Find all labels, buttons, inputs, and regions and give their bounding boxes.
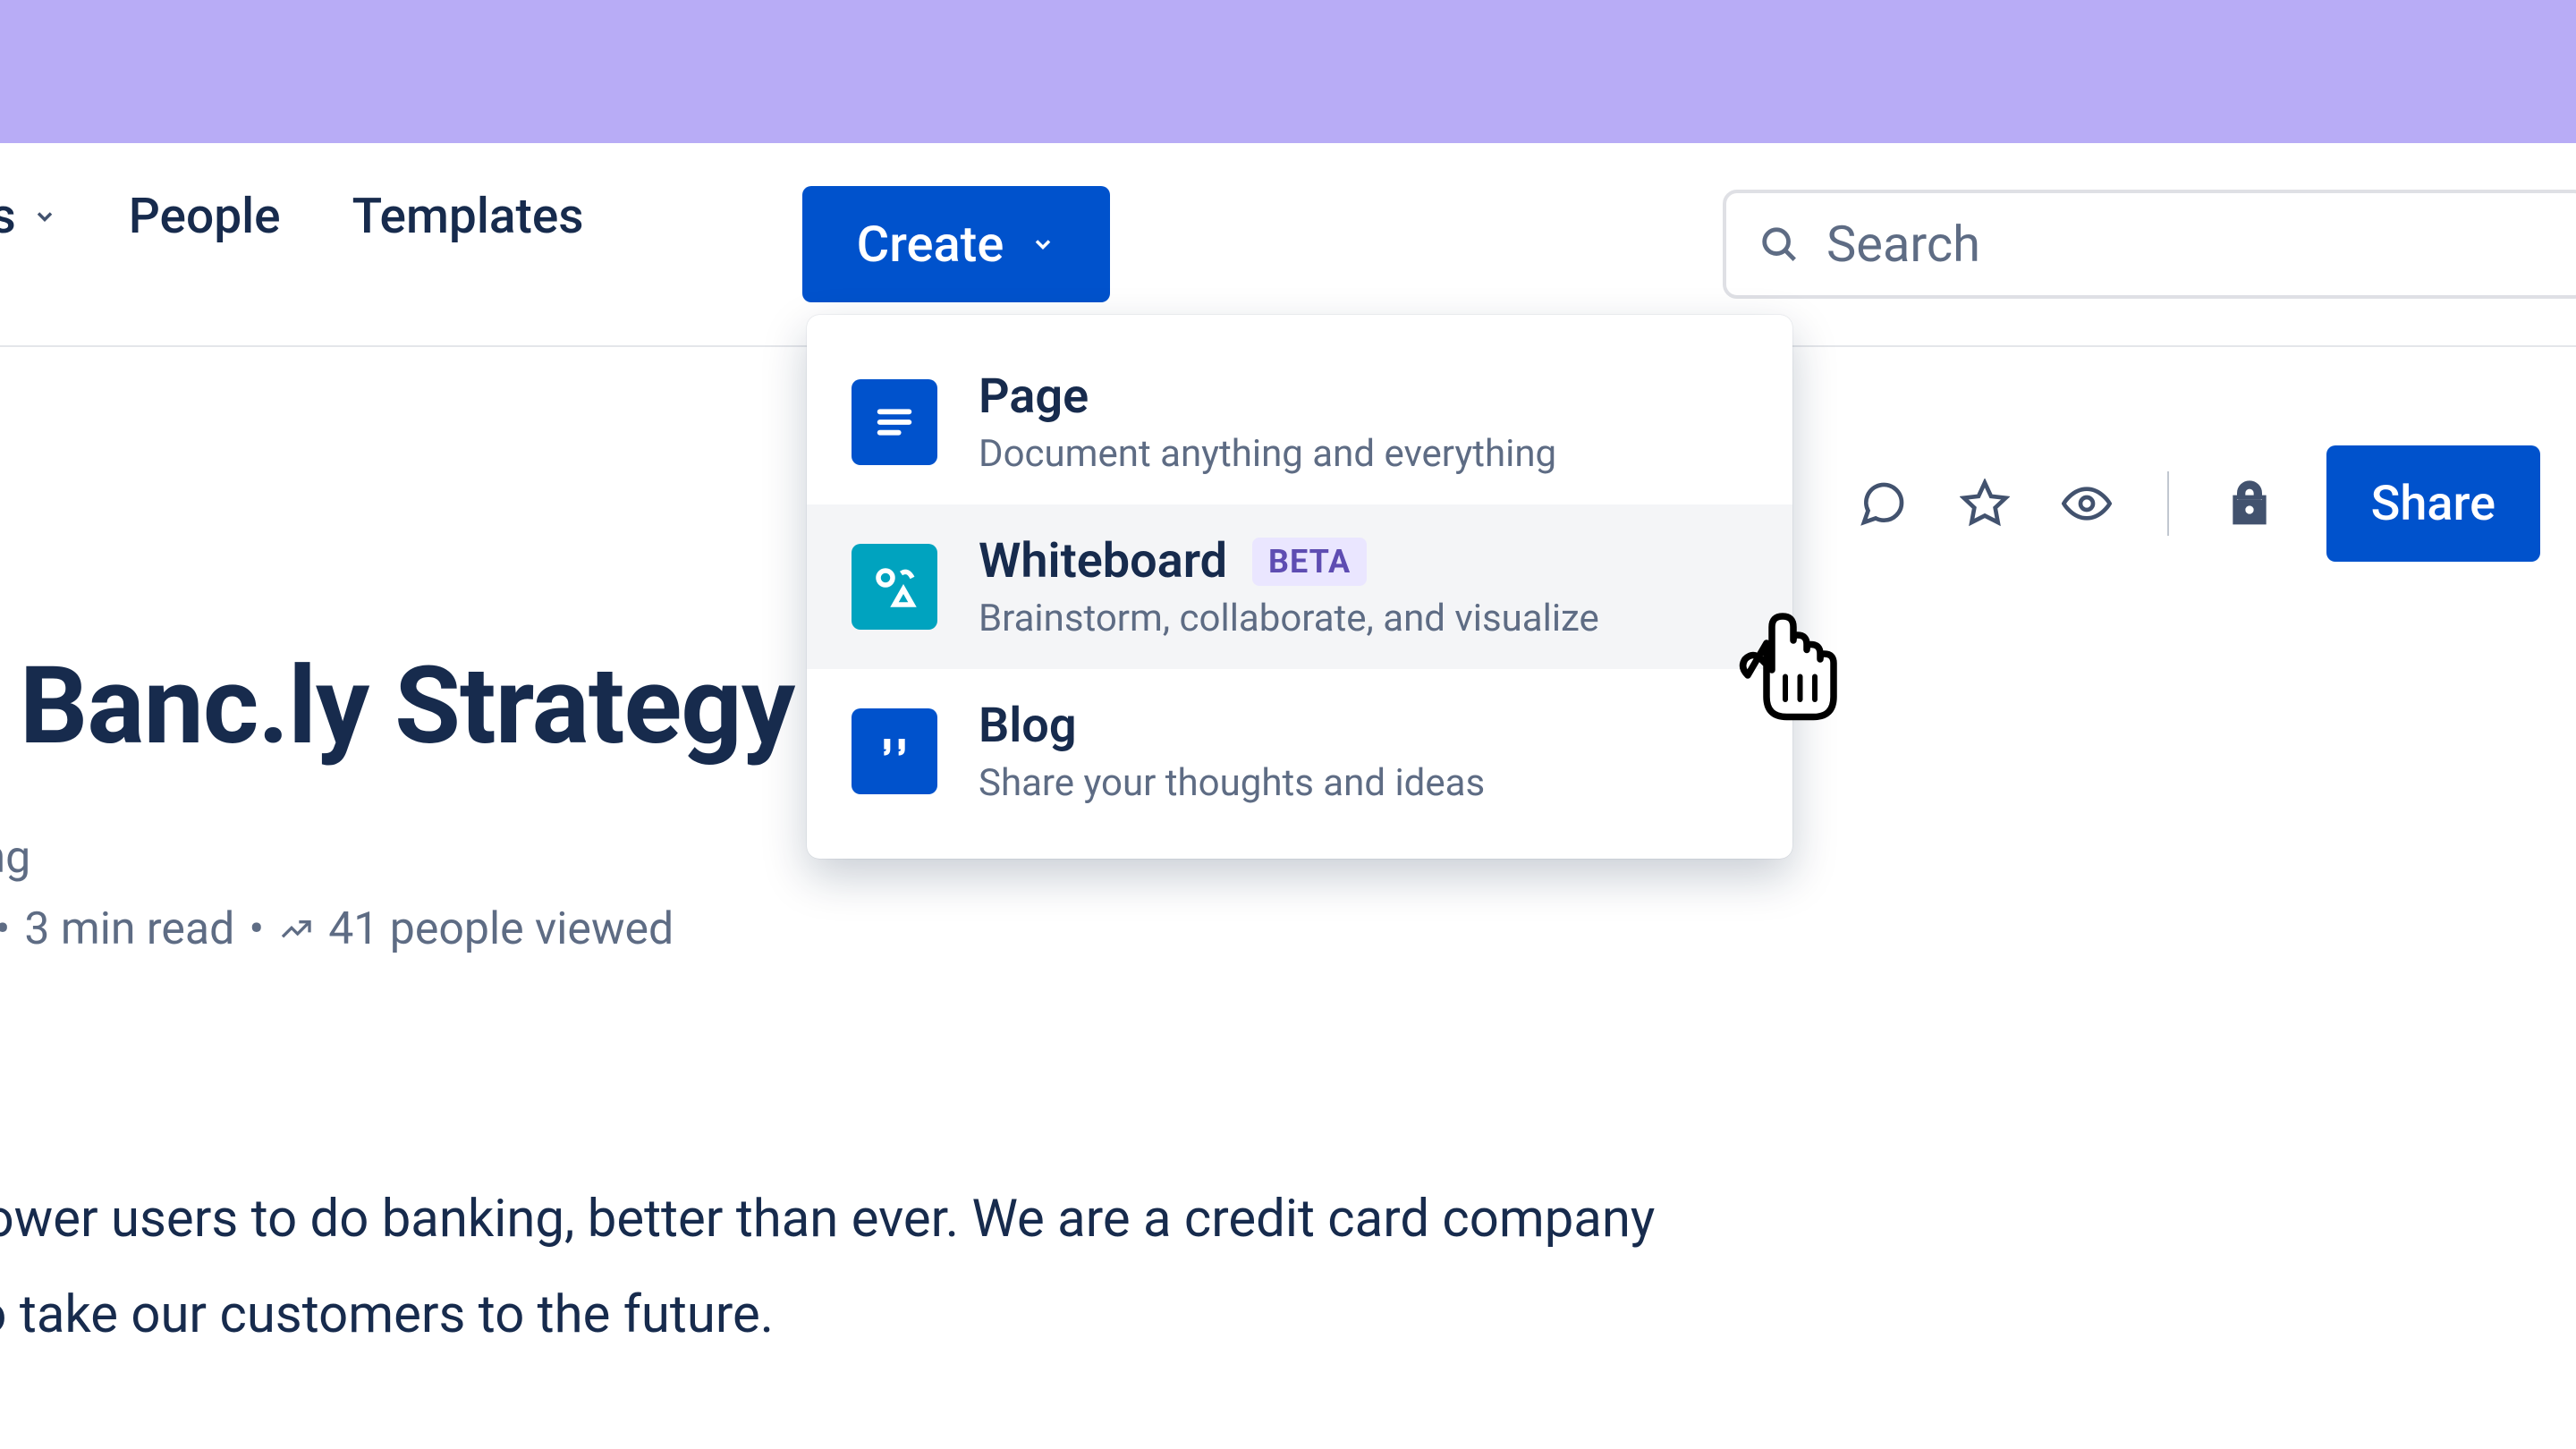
- page-meta: o • 3 min read • 41 people viewed: [0, 903, 674, 955]
- option-desc: Brainstorm, collaborate, and visualize: [979, 597, 1599, 640]
- chevron-down-icon: [32, 204, 57, 229]
- chevron-down-icon: [1030, 232, 1055, 257]
- view-count: 41 people viewed: [328, 903, 674, 955]
- share-button[interactable]: Share: [2326, 445, 2540, 562]
- cursor-pointer-icon: [1726, 603, 1860, 737]
- lock-icon[interactable]: [2224, 479, 2275, 529]
- divider: [2167, 471, 2169, 536]
- create-button[interactable]: Create: [802, 186, 1110, 302]
- page-icon: [852, 379, 937, 465]
- create-dropdown: Page Document anything and everything Wh…: [807, 315, 1792, 859]
- option-desc: Document anything and everything: [979, 432, 1556, 476]
- create-option-page[interactable]: Page Document anything and everything: [807, 340, 1792, 504]
- page-body: power users to do banking, better than e…: [0, 1172, 2039, 1364]
- option-title: Page: [979, 369, 1089, 425]
- comment-icon[interactable]: [1858, 479, 1908, 529]
- nav-item-label: es: [0, 188, 16, 245]
- blog-icon: [852, 708, 937, 794]
- body-line: power users to do banking, better than e…: [0, 1189, 1655, 1250]
- star-icon[interactable]: [1960, 479, 2010, 529]
- top-banner: [0, 0, 2576, 143]
- search-input[interactable]: Search: [1723, 190, 2576, 299]
- create-option-whiteboard[interactable]: Whiteboard BETA Brainstorm, collaborate,…: [807, 504, 1792, 669]
- nav-item-truncated[interactable]: es: [0, 188, 57, 245]
- create-option-blog[interactable]: Blog Share your thoughts and ideas: [807, 669, 1792, 834]
- option-title: Whiteboard: [979, 533, 1227, 589]
- option-title: Blog: [979, 698, 1077, 754]
- nav-item-people[interactable]: People: [129, 188, 281, 245]
- beta-badge: BETA: [1252, 538, 1367, 586]
- create-button-label: Create: [857, 215, 1004, 274]
- whiteboard-icon: [852, 544, 937, 630]
- read-time: 3 min read: [24, 903, 234, 955]
- watch-icon[interactable]: [2062, 479, 2112, 529]
- share-button-label: Share: [2371, 476, 2496, 532]
- page-actions: Share: [1858, 445, 2540, 562]
- page-title: r Banc.ly Strategy: [0, 644, 794, 769]
- body-line: to take our customers to the future.: [0, 1284, 774, 1345]
- search-placeholder: Search: [1826, 215, 1980, 274]
- search-icon: [1758, 224, 1800, 265]
- page-byline: ong: [0, 832, 30, 884]
- analytics-icon: [278, 911, 314, 947]
- nav-item-templates[interactable]: Templates: [352, 188, 584, 245]
- option-desc: Share your thoughts and ideas: [979, 761, 1485, 805]
